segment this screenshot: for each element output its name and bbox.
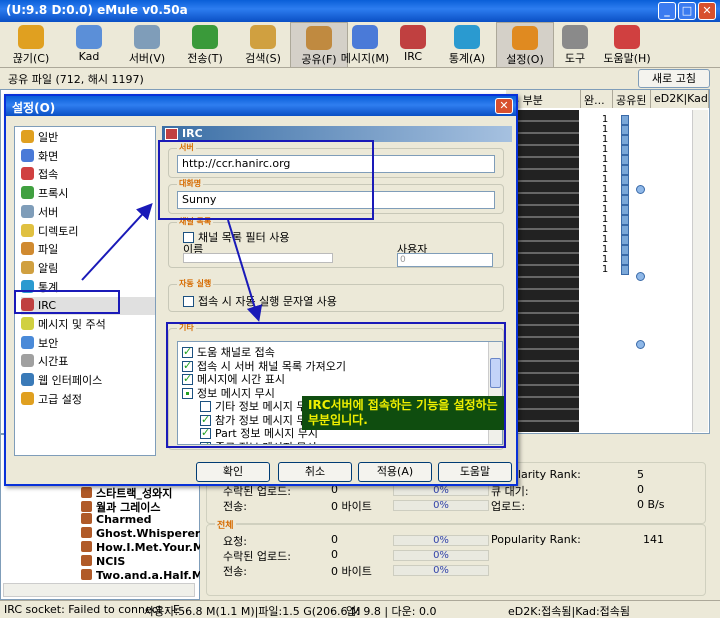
annotation-arrows — [81, 203, 263, 322]
arrow-to-server-box — [81, 203, 153, 281]
arrow-to-misc-box — [227, 219, 263, 322]
